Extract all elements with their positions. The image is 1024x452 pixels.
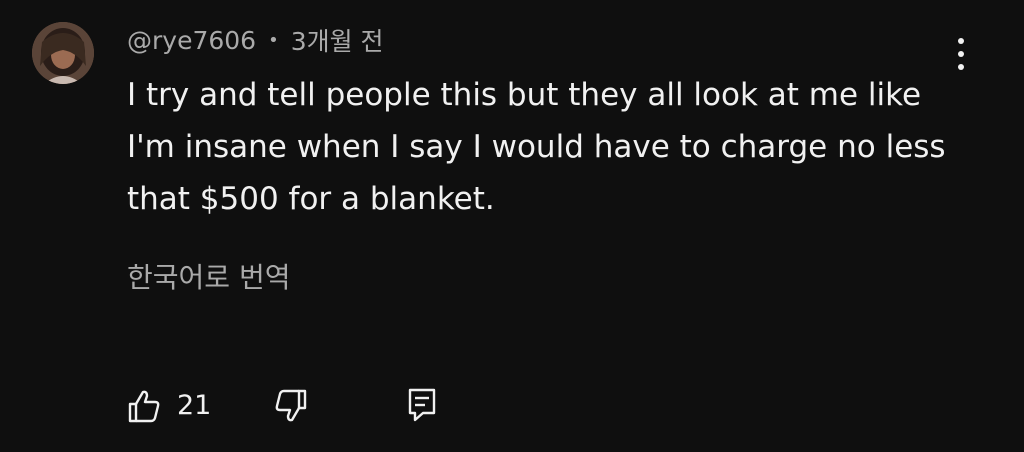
comment-timestamp[interactable]: 3개월 전 <box>291 22 384 58</box>
comment-meta: @rye7606 • 3개월 전 <box>127 22 384 58</box>
dislike-button[interactable] <box>274 384 308 428</box>
avatar[interactable] <box>32 22 94 84</box>
reply-button[interactable] <box>407 384 437 428</box>
thumbs-up-icon <box>128 390 160 423</box>
translate-button[interactable]: 한국어로 번역 <box>127 256 290 296</box>
more-dot <box>958 51 964 57</box>
like-count: 21 <box>177 390 212 421</box>
meta-separator: • <box>268 29 279 51</box>
reply-comment-icon <box>408 388 436 422</box>
more-dot <box>958 64 964 70</box>
comment-text: I try and tell people this but they all … <box>127 77 946 217</box>
comment-item: @rye7606 • 3개월 전 I try and tell people t… <box>0 0 1024 452</box>
avatar-image <box>32 22 94 84</box>
thumbs-down-icon <box>275 389 307 422</box>
more-vert-icon[interactable] <box>946 34 976 74</box>
more-dot <box>958 38 964 44</box>
like-button[interactable] <box>127 384 161 428</box>
author-handle[interactable]: @rye7606 <box>127 26 256 55</box>
